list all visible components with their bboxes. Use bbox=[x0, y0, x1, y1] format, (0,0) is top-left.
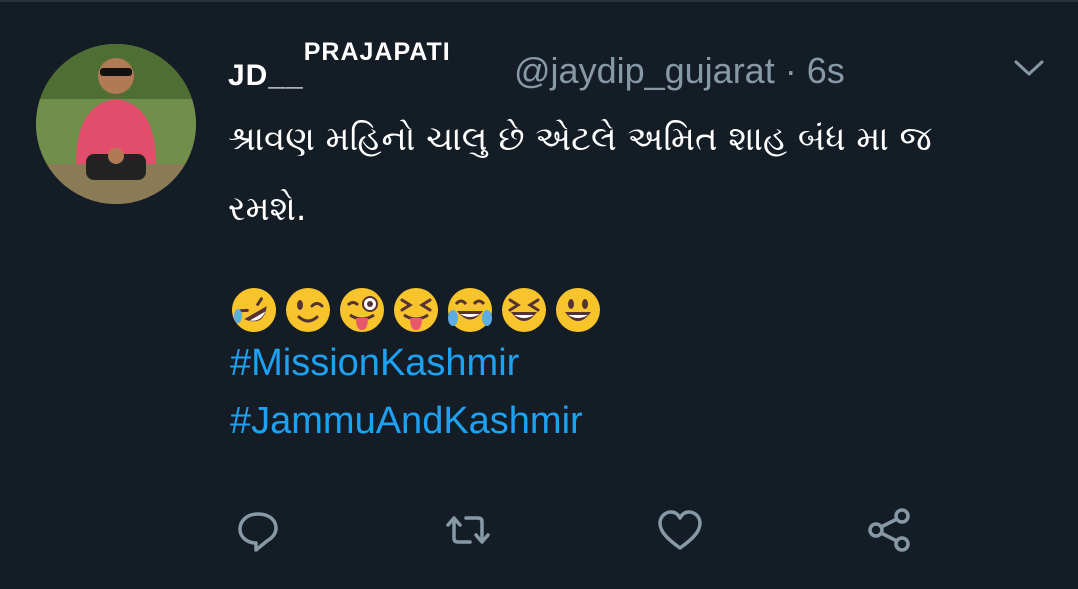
avatar[interactable] bbox=[36, 44, 196, 204]
like-icon[interactable] bbox=[656, 506, 704, 554]
grinning-squinting-face-icon bbox=[502, 288, 546, 332]
timestamp[interactable]: 6s bbox=[807, 50, 845, 91]
winking-tongue-face-icon bbox=[340, 288, 384, 332]
tears-of-joy-icon bbox=[448, 288, 492, 332]
squinting-tongue-face-icon bbox=[394, 288, 438, 332]
winking-face-icon bbox=[286, 288, 330, 332]
display-name[interactable]: JD__PRAJAPATI bbox=[228, 38, 451, 93]
grinning-face-icon bbox=[556, 288, 600, 332]
hashtag-jammuandkashmir[interactable]: #JammuAndKashmir bbox=[230, 400, 583, 443]
tweet-text: શ્રાવણ મહિનો ચાલુ છે એટલે અમિત શાહ બંધ મ… bbox=[228, 104, 1058, 244]
retweet-icon[interactable] bbox=[444, 506, 492, 554]
tweet-text-line-1: શ્રાવણ મહિનો ચાલુ છે એટલે અમિત શાહ બંધ મ… bbox=[228, 119, 932, 159]
user-handle[interactable]: @jaydip_gujarat bbox=[514, 50, 775, 91]
separator: · bbox=[784, 50, 797, 91]
avatar-image bbox=[36, 44, 196, 204]
share-icon[interactable] bbox=[866, 506, 914, 554]
tweet-text-line-2: રમશે. bbox=[228, 189, 307, 229]
handle-and-time[interactable]: @jaydip_gujarat · 6s bbox=[514, 50, 845, 92]
top-divider bbox=[0, 0, 1078, 2]
rolling-on-floor-laughing-icon bbox=[232, 288, 276, 332]
hashtag-missionkashmir[interactable]: #MissionKashmir bbox=[230, 342, 519, 385]
chevron-down-icon[interactable] bbox=[1012, 56, 1046, 80]
emoji-row bbox=[230, 286, 602, 334]
reply-icon[interactable] bbox=[234, 506, 282, 554]
